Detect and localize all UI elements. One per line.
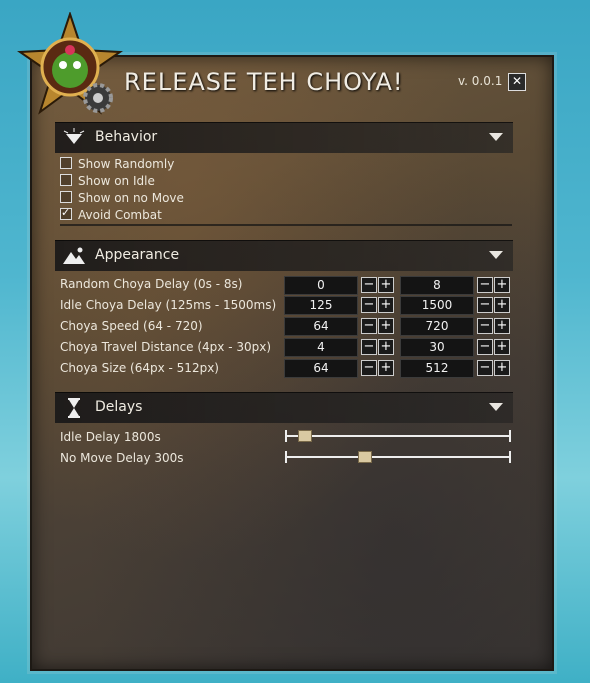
checkbox-avoid-combat[interactable] <box>60 206 72 220</box>
minus-button[interactable]: − <box>477 339 493 355</box>
checkbox-show-on-idle[interactable] <box>60 174 72 186</box>
min-value-field[interactable]: 64 <box>284 359 358 378</box>
plus-button[interactable]: + <box>378 360 394 376</box>
plus-button[interactable]: + <box>378 339 394 355</box>
section-header-appearance[interactable]: Appearance <box>55 240 513 271</box>
minus-button[interactable]: − <box>361 297 377 313</box>
minus-button[interactable]: − <box>361 318 377 334</box>
section-header-behavior[interactable]: Behavior <box>55 122 513 153</box>
window-title: RELEASE TEH CHOYA! <box>124 68 404 96</box>
diamond-icon <box>63 128 85 144</box>
minus-button[interactable]: − <box>477 318 493 334</box>
section-header-delays[interactable]: Delays <box>55 392 513 423</box>
row-label: Choya Size (64px - 512px) <box>60 361 219 375</box>
minus-button[interactable]: − <box>477 360 493 376</box>
slider-end-tick <box>509 430 511 442</box>
max-value-field[interactable]: 8 <box>400 276 474 295</box>
mountain-icon <box>63 247 85 264</box>
option-label: Show on Idle <box>78 174 155 188</box>
plus-button[interactable]: + <box>494 360 510 376</box>
chevron-down-icon[interactable] <box>489 403 503 411</box>
chevron-down-icon[interactable] <box>489 251 503 259</box>
max-value-field[interactable]: 1500 <box>400 296 474 315</box>
option-show-on-idle[interactable]: Show on Idle <box>60 174 155 190</box>
option-label: Show on no Move <box>78 191 184 205</box>
slider-handle-no-move-delay[interactable] <box>358 451 373 463</box>
version-label: v. 0.0.1 <box>458 74 503 88</box>
slider-end-tick <box>509 451 511 463</box>
choya-emblem-icon <box>17 12 123 115</box>
checkbox-show-randomly[interactable] <box>60 157 72 169</box>
minus-button[interactable]: − <box>361 339 377 355</box>
slider-end-tick <box>285 451 287 463</box>
min-value-field[interactable]: 64 <box>284 317 358 336</box>
row-label: Idle Choya Delay (125ms - 1500ms) <box>60 298 277 312</box>
section-title-behavior: Behavior <box>95 129 158 145</box>
checkbox-show-on-no-move[interactable] <box>60 191 72 203</box>
slider-end-tick <box>285 430 287 442</box>
plus-button[interactable]: + <box>494 318 510 334</box>
minus-button[interactable]: − <box>361 277 377 293</box>
row-label: Choya Travel Distance (4px - 30px) <box>60 340 272 354</box>
max-value-field[interactable]: 720 <box>400 317 474 336</box>
minus-button[interactable]: − <box>477 297 493 313</box>
minus-button[interactable]: − <box>477 277 493 293</box>
min-value-field[interactable]: 4 <box>284 338 358 357</box>
option-avoid-combat[interactable]: Avoid Combat <box>60 206 162 224</box>
plus-button[interactable]: + <box>378 297 394 313</box>
min-value-field[interactable]: 0 <box>284 276 358 295</box>
slider-label-idle-delay: Idle Delay 1800s <box>60 430 161 444</box>
max-value-field[interactable]: 512 <box>400 359 474 378</box>
hourglass-icon <box>68 398 80 418</box>
plus-button[interactable]: + <box>494 277 510 293</box>
chevron-down-icon[interactable] <box>489 133 503 141</box>
slider-handle-idle-delay[interactable] <box>297 430 312 442</box>
slider-label-no-move-delay: No Move Delay 300s <box>60 451 184 465</box>
minus-button[interactable]: − <box>361 360 377 376</box>
slider-track-idle-delay[interactable] <box>286 435 510 437</box>
section-title-delays: Delays <box>95 399 143 415</box>
option-show-randomly[interactable]: Show Randomly <box>60 157 174 173</box>
close-button[interactable]: ✕ <box>508 73 526 91</box>
plus-button[interactable]: + <box>494 297 510 313</box>
option-show-on-no-move[interactable]: Show on no Move <box>60 191 184 207</box>
plus-button[interactable]: + <box>378 318 394 334</box>
slider-track-no-move-delay[interactable] <box>286 456 510 458</box>
row-label: Random Choya Delay (0s - 8s) <box>60 277 243 291</box>
plus-button[interactable]: + <box>494 339 510 355</box>
min-value-field[interactable]: 125 <box>284 296 358 315</box>
option-label: Show Randomly <box>78 157 175 171</box>
section-title-appearance: Appearance <box>95 247 180 263</box>
max-value-field[interactable]: 30 <box>400 338 474 357</box>
row-label: Choya Speed (64 - 720) <box>60 319 203 333</box>
plus-button[interactable]: + <box>378 277 394 293</box>
section-divider <box>60 224 512 226</box>
option-label: Avoid Combat <box>78 208 162 222</box>
